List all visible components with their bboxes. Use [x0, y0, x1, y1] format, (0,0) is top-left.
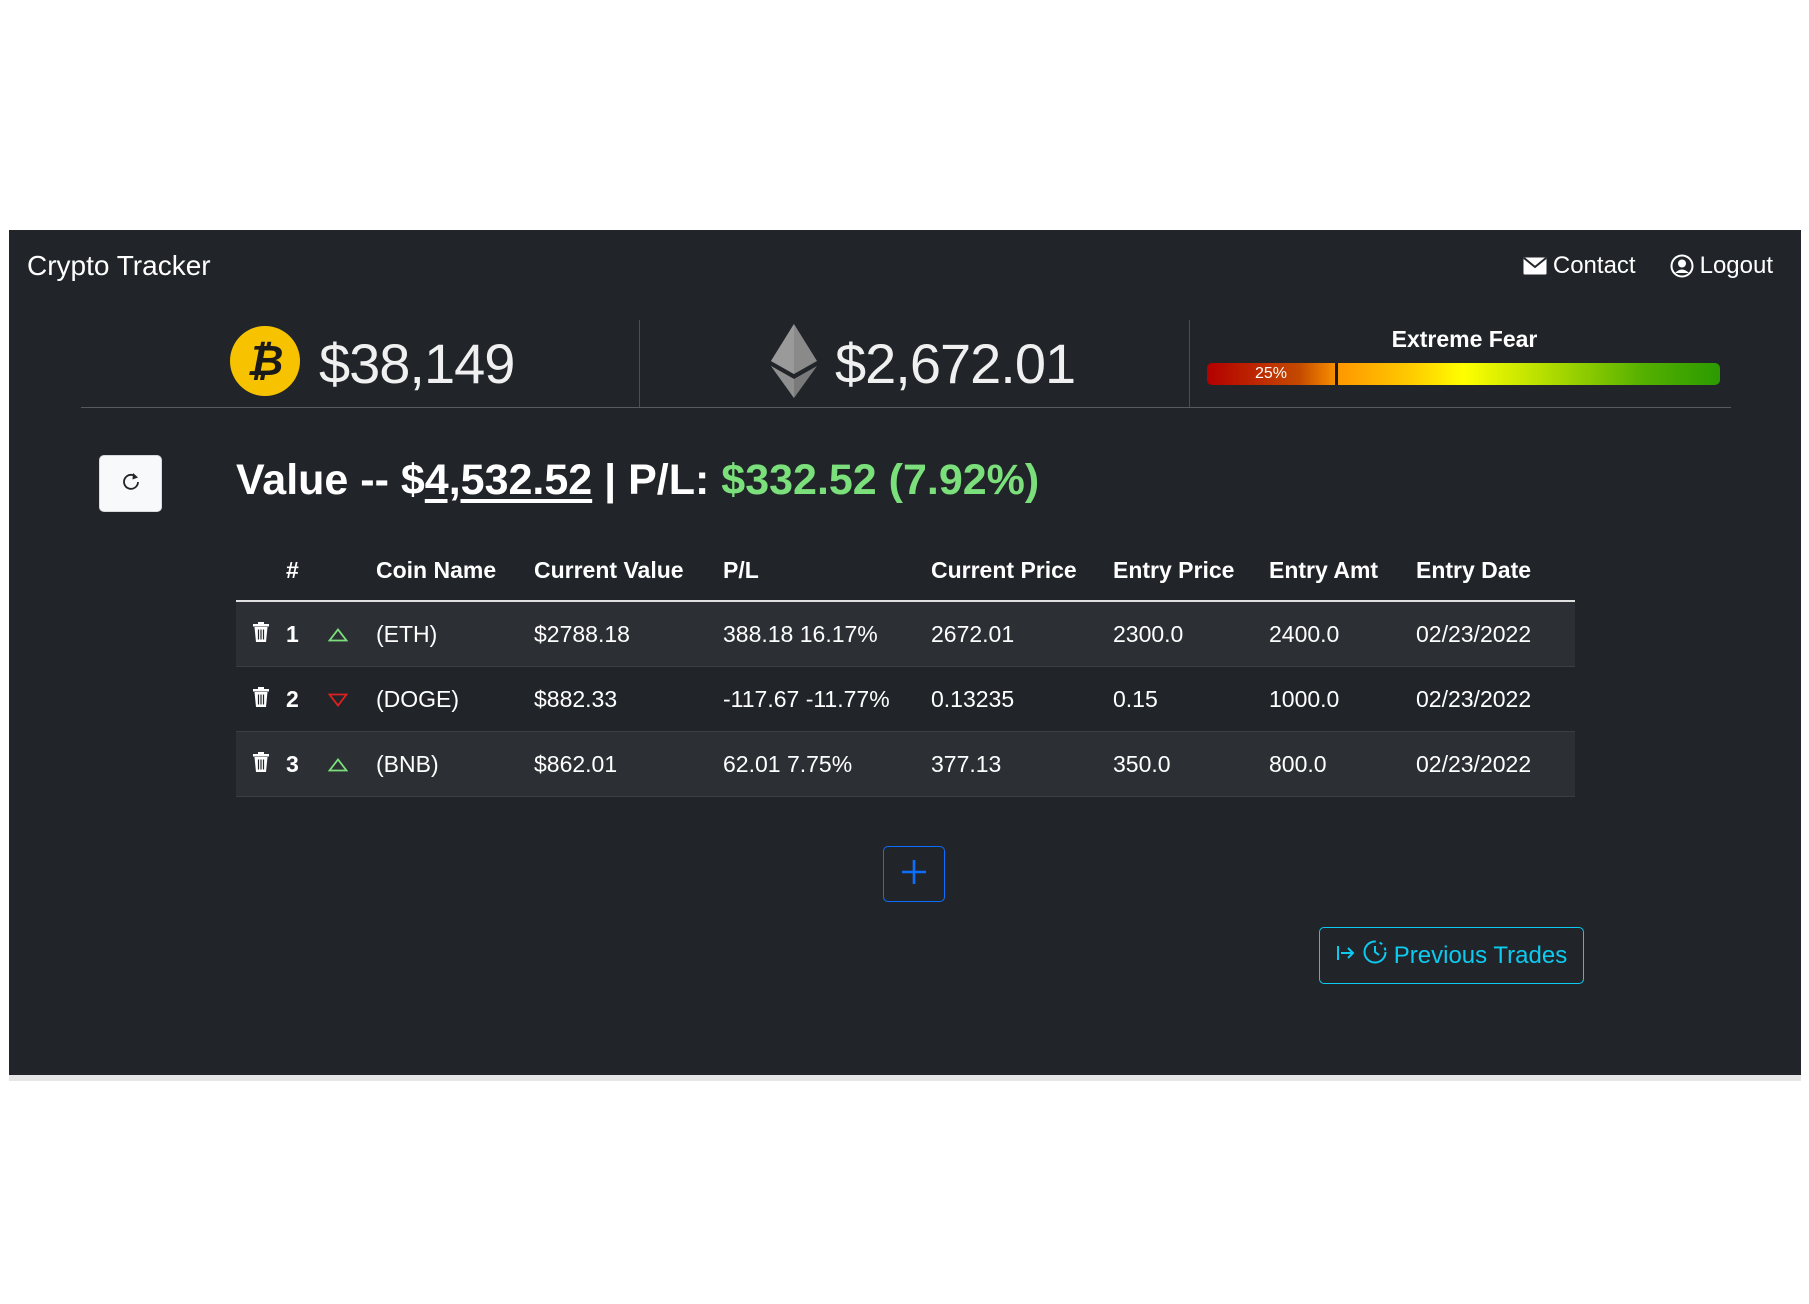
- entry-date: 02/23/2022: [1416, 731, 1575, 797]
- entry-amount: 2400.0: [1269, 601, 1416, 667]
- portfolio-summary: Value -- $4,532.52 | P/L: $332.52 (7.92%…: [236, 456, 1039, 505]
- logout-label: Logout: [1699, 252, 1773, 279]
- logout-link[interactable]: Logout: [1670, 252, 1773, 280]
- column-header: P/L: [723, 540, 931, 602]
- column-header: Entry Date: [1416, 540, 1575, 602]
- current-price: 0.13235: [931, 666, 1113, 732]
- delete-cell: [236, 601, 286, 667]
- current-value: $882.33: [534, 666, 723, 732]
- fear-greed-bar: 25%: [1207, 363, 1720, 385]
- delete-cell: [236, 731, 286, 797]
- pl-separator: | P/L:: [592, 456, 722, 504]
- row-number: 3: [286, 731, 328, 797]
- value-prefix: Value -- $: [236, 456, 425, 504]
- refresh-button[interactable]: [99, 455, 162, 512]
- coin-name: (BNB): [376, 731, 534, 797]
- column-header: Current Price: [931, 540, 1113, 602]
- column-header: [328, 540, 376, 602]
- direction-cell: [327, 731, 376, 797]
- direction-cell: [327, 601, 376, 667]
- trash-icon[interactable]: [253, 686, 269, 713]
- column-header: #: [286, 540, 328, 602]
- eth-ticker: $2,672.01: [771, 320, 1076, 407]
- refresh-icon: [121, 471, 141, 496]
- triangle-up-icon: [327, 751, 349, 777]
- triangle-up-icon: [327, 621, 349, 647]
- column-header: [236, 540, 286, 602]
- current-value: $862.01: [534, 731, 723, 797]
- brand-title[interactable]: Crypto Tracker: [27, 250, 211, 282]
- column-header: Coin Name: [376, 540, 534, 602]
- column-header: Current Value: [534, 540, 723, 602]
- eth-price: $2,672.01: [835, 332, 1076, 395]
- contact-label: Contact: [1552, 252, 1636, 279]
- profit-loss: 388.18 16.17%: [723, 601, 931, 667]
- direction-cell: [327, 666, 376, 732]
- entry-amount: 800.0: [1269, 731, 1416, 797]
- trash-icon[interactable]: [253, 621, 269, 648]
- user-circle-icon: [1670, 254, 1694, 278]
- profit-loss: -117.67 -11.77%: [723, 666, 931, 732]
- previous-trades-button[interactable]: Previous Trades: [1319, 927, 1584, 984]
- ticker-divider: [1189, 320, 1190, 407]
- delete-cell: [236, 666, 286, 732]
- row-number: 2: [286, 666, 328, 732]
- svg-text:₿: ₿: [247, 336, 284, 385]
- entry-price: 350.0: [1113, 731, 1269, 797]
- row-number: 1: [286, 601, 328, 667]
- fear-greed-value: 25%: [1254, 365, 1288, 382]
- portfolio-pl: $332.52 (7.92%): [721, 456, 1040, 504]
- table-row: 1 (ETH) $2788.18 388.18 16.17% 2672.01 2…: [236, 601, 1575, 667]
- arrow-right-bar-icon: [1336, 942, 1356, 970]
- plus-icon: [900, 858, 928, 891]
- entry-price: 0.15: [1113, 666, 1269, 732]
- ticker-divider: [639, 320, 640, 407]
- envelope-icon: [1523, 257, 1547, 275]
- trash-icon[interactable]: [253, 751, 269, 778]
- current-price: 2672.01: [931, 601, 1113, 667]
- btc-price: $38,149: [319, 332, 515, 395]
- entry-date: 02/23/2022: [1416, 601, 1575, 667]
- table-row: 2 (DOGE) $882.33 -117.67 -11.77% 0.13235…: [236, 666, 1575, 732]
- table-row: 3 (BNB) $862.01 62.01 7.75% 377.13 350.0…: [236, 731, 1575, 797]
- ticker-row: ₿ $38,149 $2,672.01 Extreme Fear 25%: [81, 320, 1731, 408]
- entry-price: 2300.0: [1113, 601, 1269, 667]
- current-value: $2788.18: [534, 601, 723, 667]
- triangle-down-icon: [327, 686, 349, 712]
- btc-ticker: ₿ $38,149: [229, 320, 515, 407]
- coin-name: (DOGE): [376, 666, 534, 732]
- bitcoin-icon: ₿: [229, 325, 301, 402]
- contact-link[interactable]: Contact: [1523, 252, 1636, 280]
- profit-loss: 62.01 7.75%: [723, 731, 931, 797]
- history-icon: [1362, 939, 1388, 972]
- entry-date: 02/23/2022: [1416, 666, 1575, 732]
- app-window: Crypto Tracker Contact Logout ₿ $38,149: [9, 230, 1801, 1081]
- column-header: Entry Price: [1113, 540, 1269, 602]
- portfolio-total: 4,532.52: [424, 456, 593, 504]
- top-nav: Contact Logout: [1523, 252, 1773, 280]
- add-trade-button[interactable]: [883, 846, 945, 902]
- fear-greed-marker: [1335, 363, 1338, 385]
- coin-name: (ETH): [376, 601, 534, 667]
- trades-table: # Coin Name Current Value P/L Current Pr…: [236, 540, 1575, 797]
- column-header: Entry Amt: [1269, 540, 1416, 602]
- ethereum-icon: [771, 324, 817, 403]
- table-header-row: # Coin Name Current Value P/L Current Pr…: [236, 540, 1575, 602]
- current-price: 377.13: [931, 731, 1113, 797]
- fear-greed-index: Extreme Fear 25%: [1207, 320, 1722, 407]
- previous-trades-label: Previous Trades: [1393, 941, 1568, 969]
- entry-amount: 1000.0: [1269, 666, 1416, 732]
- fear-greed-label: Extreme Fear: [1391, 326, 1538, 352]
